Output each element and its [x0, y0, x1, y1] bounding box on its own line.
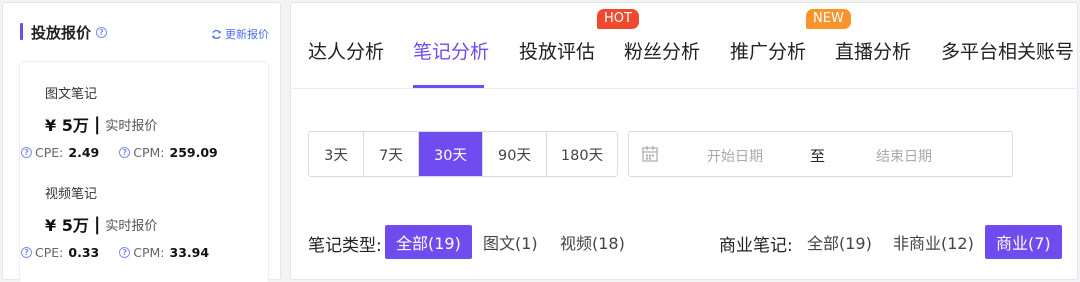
start-date-input[interactable]: 开始日期 — [707, 146, 763, 166]
note-type-video-chip[interactable]: 视频(18) — [549, 225, 636, 259]
note-type-filter-label: 笔记类型: — [308, 236, 382, 256]
price-row: ¥ 5万 | 实时报价 — [45, 212, 229, 236]
pricing-header: 投放报价 ? 更新报价 — [3, 19, 280, 47]
hot-badge: HOT — [597, 9, 639, 29]
metrics-row: ? CPE: 2.49 ? CPM: 259.09 — [21, 145, 238, 160]
note-type-all-chip[interactable]: 全部(19) — [385, 225, 472, 259]
cpm-value: 33.94 — [169, 245, 210, 260]
tab-placement-evaluation[interactable]: 投放评估 — [519, 37, 595, 64]
price-value: ¥ 5万 — [45, 216, 89, 235]
active-tab-indicator — [413, 85, 484, 88]
price-row: ¥ 5万 | 实时报价 — [45, 112, 238, 136]
commercial-chip[interactable]: 商业(7) — [985, 225, 1062, 259]
period-180d-button[interactable]: 180天 — [547, 132, 617, 176]
cpm-value: 259.09 — [169, 145, 218, 160]
tab-note-analysis[interactable]: 笔记分析 — [413, 37, 489, 64]
price-separator: | — [93, 113, 101, 135]
period-3d-button[interactable]: 3天 — [309, 132, 364, 176]
realtime-label: 实时报价 — [105, 118, 158, 134]
tab-influencer-analysis[interactable]: 达人分析 — [308, 37, 384, 64]
tab-live-analysis[interactable]: 直播分析 — [835, 37, 911, 64]
period-7d-button[interactable]: 7天 — [364, 132, 419, 176]
tab-multi-platform-accounts[interactable]: 多平台相关账号 — [941, 37, 1074, 64]
cpe-label: CPE: — [35, 145, 64, 160]
help-icon[interactable]: ? — [21, 247, 32, 258]
pricing-panel: 投放报价 ? 更新报价 图文笔记 ¥ 5万 | 实时报价 ? CPE: 2.49… — [2, 2, 281, 282]
analysis-panel: 达人分析 笔记分析 投放评估 粉丝分析 推广分析 直播分析 多平台相关账号 HO… — [290, 2, 1078, 280]
note-type-image-text-chip[interactable]: 图文(1) — [472, 225, 549, 259]
price-separator: | — [93, 213, 101, 235]
cpe-label: CPE: — [35, 245, 64, 260]
pricing-title: 投放报价 — [31, 24, 92, 42]
refresh-pricing-button[interactable]: 更新报价 — [211, 26, 269, 42]
date-range-picker[interactable]: 开始日期 至 结束日期 — [628, 131, 1013, 177]
commercial-all-chip[interactable]: 全部(19) — [796, 225, 883, 259]
realtime-label: 实时报价 — [105, 218, 158, 234]
title-accent-bar — [20, 23, 23, 40]
analysis-tabs: 达人分析 笔记分析 投放评估 粉丝分析 推广分析 直播分析 多平台相关账号 HO… — [291, 3, 1077, 89]
commercial-filter-label: 商业笔记: — [719, 236, 793, 256]
note-pricing-image-text: 图文笔记 ¥ 5万 | 实时报价 ? CPE: 2.49 ? CPM: 259.… — [21, 83, 238, 160]
tab-fan-analysis[interactable]: 粉丝分析 — [624, 37, 700, 64]
cpe-value: 0.33 — [68, 245, 100, 260]
calendar-icon — [642, 146, 658, 162]
cpe-value: 2.49 — [68, 145, 100, 160]
end-date-input[interactable]: 结束日期 — [876, 146, 932, 166]
period-30d-button[interactable]: 30天 — [419, 132, 483, 176]
new-badge: NEW — [806, 9, 851, 29]
period-selector: 3天 7天 30天 90天 180天 — [308, 131, 618, 177]
help-icon[interactable]: ? — [21, 147, 32, 158]
date-range-separator: 至 — [810, 147, 826, 165]
note-type-label: 图文笔记 — [45, 87, 98, 102]
help-icon[interactable]: ? — [96, 27, 107, 38]
refresh-icon — [212, 29, 221, 39]
period-90d-button[interactable]: 90天 — [483, 132, 547, 176]
help-icon[interactable]: ? — [119, 247, 131, 258]
non-commercial-chip[interactable]: 非商业(12) — [882, 225, 985, 259]
refresh-label: 更新报价 — [225, 28, 269, 41]
note-pricing-video: 视频笔记 ¥ 5万 | 实时报价 ? CPE: 0.33 ? CPM: 33.9… — [21, 183, 229, 260]
help-icon[interactable]: ? — [119, 147, 131, 158]
tab-promotion-analysis[interactable]: 推广分析 — [730, 37, 806, 64]
cpm-label: CPM: — [133, 145, 165, 160]
metrics-row: ? CPE: 0.33 ? CPM: 33.94 — [21, 245, 229, 260]
note-type-label: 视频笔记 — [45, 187, 98, 202]
cpm-label: CPM: — [133, 245, 165, 260]
price-value: ¥ 5万 — [45, 116, 89, 135]
